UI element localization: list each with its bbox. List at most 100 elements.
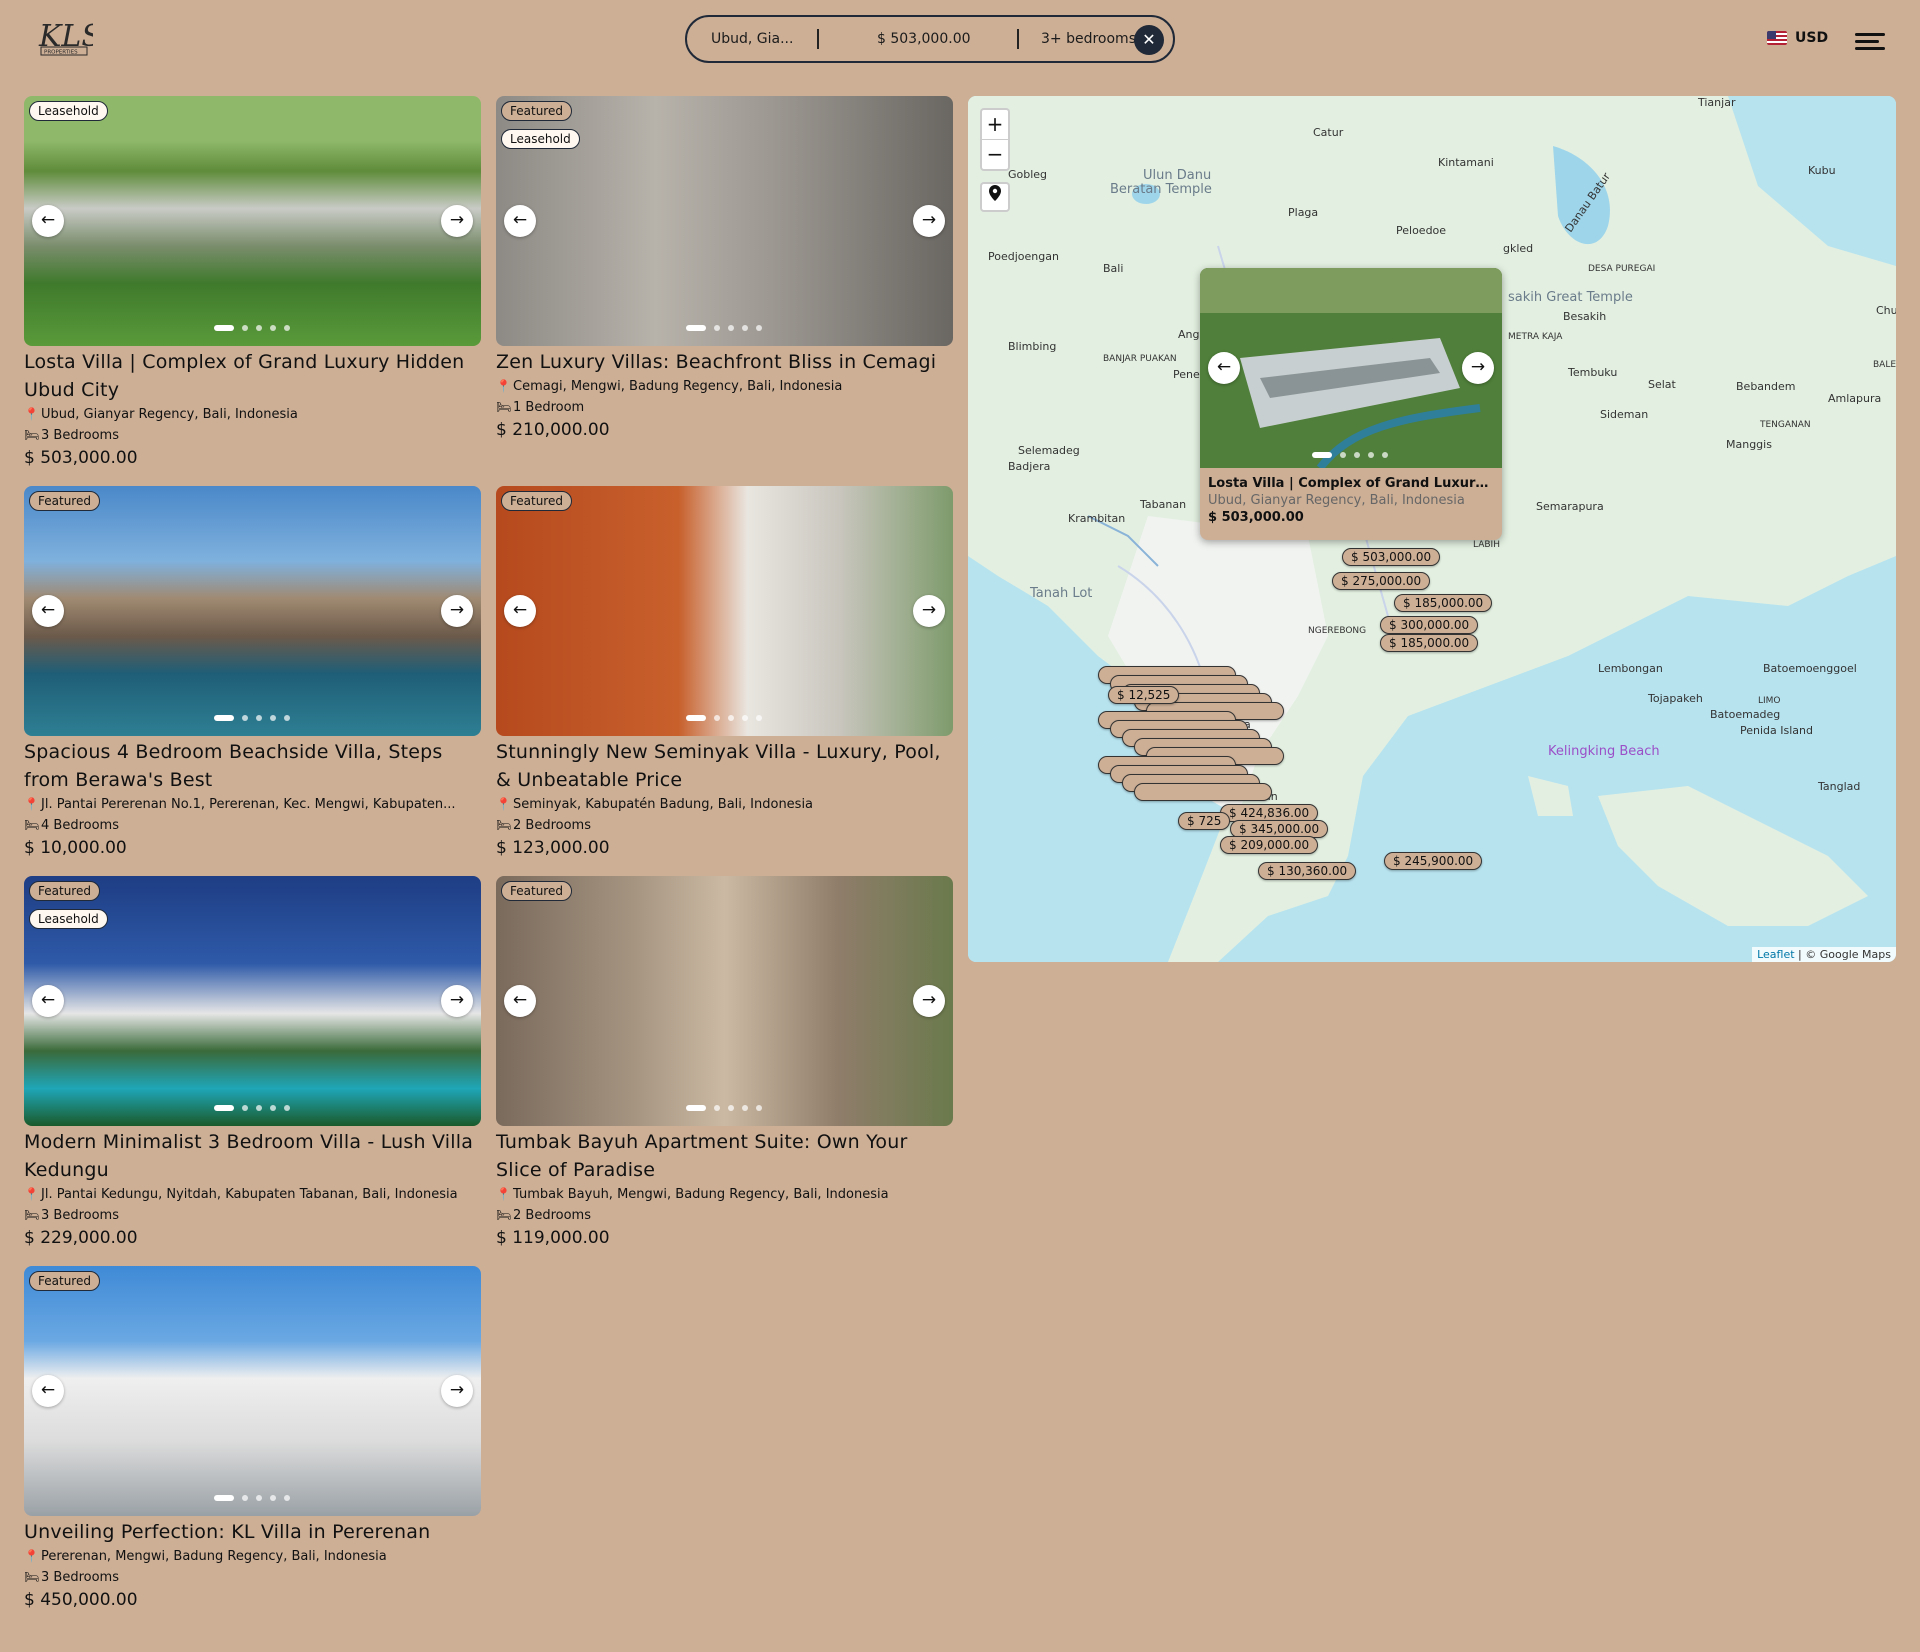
map-pin-icon: 📍 [24,1187,39,1201]
listing-price: $ 503,000.00 [24,448,138,468]
listing-card[interactable]: Featured Leasehold ← → Modern Minimalist … [24,876,481,1250]
price-marker[interactable]: $ 245,900.00 [1384,852,1483,870]
listing-card[interactable]: Leasehold ← → Losta Villa | Complex of G… [24,96,481,470]
listing-image[interactable]: Featured ← → [496,876,953,1126]
listing-image[interactable]: Featured ← → [24,1266,481,1516]
listing-location: 📍 Tumbak Bayuh, Mengwi, Badung Regency, B… [496,1184,953,1205]
listing-image[interactable]: Leasehold ← → [24,96,481,346]
price-marker[interactable]: $ 185,000.00 [1394,594,1493,612]
listing-image[interactable]: Featured Leasehold ← → [24,876,481,1126]
carousel-dots[interactable] [686,325,770,331]
next-arrow-icon[interactable]: → [441,205,473,237]
property-map[interactable]: + − Tianjar Catur Kintamani Danau Batur Kubu… [968,96,1896,962]
next-arrow-icon[interactable]: → [913,205,945,237]
map-marker-cluster[interactable] [1134,783,1272,801]
popup-prev-arrow-icon[interactable]: ← [1208,352,1240,384]
listing-location: 📍 Pererenan, Mengwi, Badung Regency, Bali… [24,1546,481,1567]
listing-image[interactable]: Featured Leasehold ← → [496,96,953,346]
bed-icon: 🛏 [24,818,40,832]
map-label: Kelingking Beach [1548,744,1660,759]
price-marker[interactable]: $ 12,525 [1108,686,1180,704]
next-arrow-icon[interactable]: → [441,985,473,1017]
prev-arrow-icon[interactable]: ← [32,595,64,627]
map-label: Kintamani [1438,156,1494,169]
map-pin-icon: 📍 [496,797,511,811]
map-pin-icon: 📍 [24,797,39,811]
leaflet-link[interactable]: Leaflet [1757,948,1794,961]
prev-arrow-icon[interactable]: ← [504,205,536,237]
map-label: Tabanan [1140,498,1187,511]
price-marker[interactable]: $ 185,000.00 [1380,634,1479,652]
listing-location: 📍 Seminyak, Kabupatén Badung, Bali, Indon… [496,794,953,815]
listing-card[interactable]: Featured ← → Tumbak Bayuh Apartment Suit… [496,876,953,1250]
map-label: Tanglad [1818,780,1861,793]
listing-bedrooms: 🛏 3 Bedrooms [24,425,481,446]
listing-title[interactable]: Zen Luxury Villas: Beachfront Bliss in C… [496,348,953,376]
map-label: LIMO [1758,696,1781,706]
bed-icon: 🛏 [496,400,512,414]
currency-selector[interactable]: USD [1795,30,1828,46]
carousel-dots[interactable] [686,715,770,721]
zoom-in-button[interactable]: + [982,110,1008,140]
popup-title: Losta Villa | Complex of Grand Luxury... [1208,476,1498,491]
search-location-field[interactable]: Ubud, Gia... [711,17,793,61]
carousel-dots[interactable] [214,1105,298,1111]
carousel-dots[interactable] [214,715,298,721]
listing-title[interactable]: Unveiling Perfection: KL Villa in Perere… [24,1518,481,1546]
map-label: DESA PUREGAI [1588,264,1656,274]
next-arrow-icon[interactable]: → [913,595,945,627]
prev-arrow-icon[interactable]: ← [32,205,64,237]
map-label: Blimbing [1008,340,1057,353]
price-marker[interactable]: $ 130,360.00 [1258,862,1357,880]
listing-card[interactable]: Featured ← → Unveiling Perfection: KL Vi… [24,1266,481,1612]
map-label: gkled [1503,242,1534,255]
listing-title[interactable]: Modern Minimalist 3 Bedroom Villa - Lush… [24,1128,481,1184]
listing-title[interactable]: Losta Villa | Complex of Grand Luxury Hi… [24,348,481,404]
listing-price: $ 450,000.00 [24,1590,138,1610]
map-popup[interactable]: ← → Losta Villa | Complex of Grand Luxur… [1200,268,1502,540]
next-arrow-icon[interactable]: → [441,595,473,627]
hamburger-menu-icon[interactable] [1855,33,1885,51]
map-label: Chul [1876,304,1896,317]
carousel-dots[interactable] [686,1105,770,1111]
popup-carousel-dots[interactable] [1312,452,1396,458]
listing-card[interactable]: Featured ← → Stunningly New Seminyak Vil… [496,486,953,860]
popup-next-arrow-icon[interactable]: → [1462,352,1494,384]
price-marker[interactable]: $ 300,000.00 [1380,616,1479,634]
zoom-out-button[interactable]: − [982,140,1008,169]
map-label: Sideman [1600,408,1649,421]
prev-arrow-icon[interactable]: ← [504,595,536,627]
clear-search-button[interactable]: ✕ [1134,25,1164,55]
price-marker[interactable]: $ 275,000.00 [1332,572,1431,590]
carousel-dots[interactable] [214,325,298,331]
map-label: Plaga [1288,206,1319,219]
map-label: Manggis [1726,438,1772,451]
search-bedrooms-field[interactable]: 3+ bedrooms [1041,17,1136,61]
search-price-field[interactable]: $ 503,000.00 [877,17,971,61]
search-bar[interactable]: Ubud, Gia... $ 503,000.00 3+ bedrooms ✕ [685,15,1175,63]
listing-card[interactable]: Featured ← → Spacious 4 Bedroom Beachsid… [24,486,481,860]
listing-image[interactable]: Featured ← → [24,486,481,736]
prev-arrow-icon[interactable]: ← [504,985,536,1017]
listing-image[interactable]: Featured ← → [496,486,953,736]
listing-price: $ 210,000.00 [496,420,610,440]
site-logo[interactable]: KLS PROPERTIES [37,16,102,64]
next-arrow-icon[interactable]: → [441,1375,473,1407]
price-marker[interactable]: $ 725 [1178,812,1231,830]
zoom-control[interactable]: + − [980,108,1010,171]
price-marker[interactable]: $ 503,000.00 [1342,548,1441,566]
listing-card[interactable]: Featured Leasehold ← → Zen Luxury Villas:… [496,96,953,442]
listing-title[interactable]: Spacious 4 Bedroom Beachside Villa, Step… [24,738,481,794]
prev-arrow-icon[interactable]: ← [32,985,64,1017]
prev-arrow-icon[interactable]: ← [32,1375,64,1407]
listing-bedrooms: 🛏 1 Bedroom [496,397,953,418]
listing-title[interactable]: Tumbak Bayuh Apartment Suite: Own Your S… [496,1128,953,1184]
next-arrow-icon[interactable]: → [913,985,945,1017]
us-flag-icon[interactable] [1767,31,1787,45]
carousel-dots[interactable] [214,1495,298,1501]
logo-subtext: PROPERTIES [44,50,78,56]
bed-icon: 🛏 [24,1208,40,1222]
price-marker[interactable]: $ 209,000.00 [1220,836,1319,854]
listing-title[interactable]: Stunningly New Seminyak Villa - Luxury, … [496,738,953,794]
locate-pin-icon[interactable] [980,182,1010,212]
